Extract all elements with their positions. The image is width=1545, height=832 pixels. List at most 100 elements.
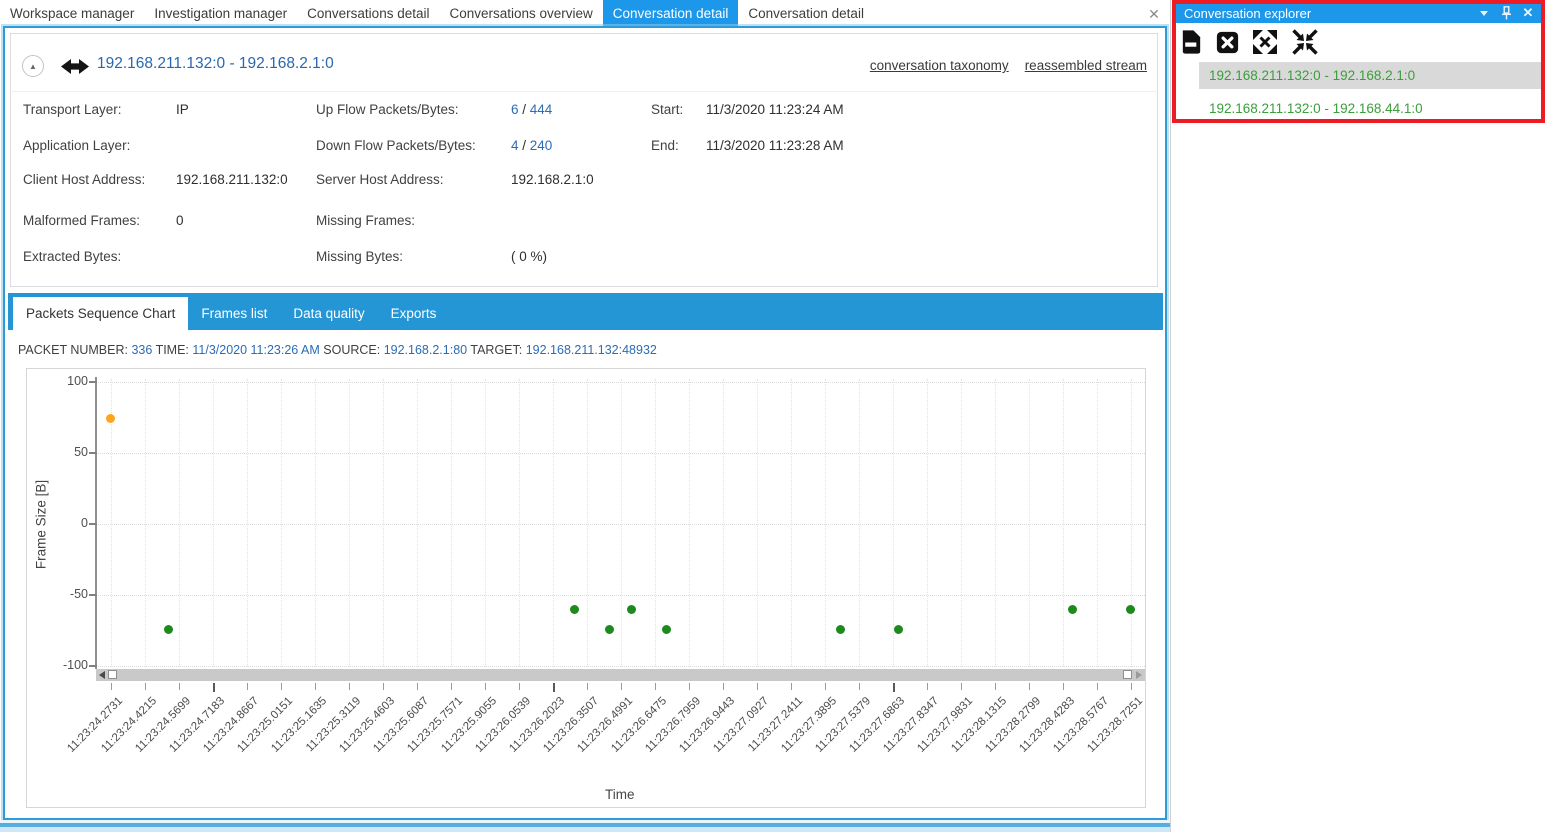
x-axis-tick [757,683,758,690]
data-point-packets[interactable] [627,605,636,614]
remove-all-icon[interactable] [1214,28,1241,56]
y-axis-tick [89,523,97,525]
field-label: Server Host Address: [316,172,444,187]
pin-icon[interactable] [1497,5,1515,21]
conversation-item[interactable]: 192.168.211.132:0 - 192.168.44.1:0 [1199,95,1541,122]
reassembled-stream-link[interactable]: reassembled stream [1025,58,1147,73]
field-value: 6 / 444 [511,102,552,117]
data-point-packets[interactable] [662,625,671,634]
gridline-vertical [757,379,758,667]
explorer-titlebar: Conversation explorer ✕ [1176,3,1541,23]
x-axis-tick [791,683,792,690]
packet-info-value: 192.168.211.132:48932 [526,343,657,357]
y-axis-tick [89,594,97,596]
x-axis-tick [1063,683,1064,690]
gridline-vertical [893,379,894,667]
scrollbar-right-arrow-icon[interactable] [1136,671,1142,679]
field-label: End: [651,138,679,153]
scrollbar-left-thumb[interactable] [108,670,117,679]
tab-conversation-detail-2[interactable]: Conversation detail [738,0,874,26]
gridline-vertical [417,379,418,667]
gridline-vertical [383,379,384,667]
gridline-vertical [927,379,928,667]
packets-sequence-chart: Frame Size [B] 100500-50-10011:23:24.273… [26,368,1146,808]
collapse-button[interactable]: ▲ [22,55,44,77]
x-axis-tick [893,683,895,692]
data-point-packets[interactable] [164,625,173,634]
tab-conversation-detail[interactable]: Conversation detail [603,0,739,26]
x-axis-tick [995,683,996,690]
x-axis-tick [111,683,112,690]
field-value: IP [176,102,189,117]
gridline-vertical [451,379,452,667]
x-axis-title: Time [605,787,635,802]
x-axis-tick [179,683,180,690]
gridline-vertical [859,379,860,667]
subtab-frames-list[interactable]: Frames list [188,297,280,330]
scrollbar-left-arrow-icon[interactable] [99,671,105,679]
gridline-vertical [791,379,792,667]
conversation-explorer-panel: Conversation explorer ✕ [1172,0,1545,832]
gridline-vertical [1097,379,1098,667]
packet-info-value: 11/3/2020 11:23:26 AM [192,343,323,357]
collapse-all-icon[interactable] [1289,28,1321,56]
tab-investigation-manager[interactable]: Investigation manager [144,0,297,26]
explorer-title: Conversation explorer [1184,6,1311,21]
detail-subtabs: Packets Sequence ChartFrames listData qu… [8,293,1163,330]
x-axis-tick [315,683,316,690]
subtab-exports[interactable]: Exports [378,297,450,330]
x-axis-tick [927,683,928,690]
gridline-vertical [655,379,656,667]
x-axis-tick [553,683,555,692]
field-value: 0 [176,213,184,228]
document-bottom-border [0,820,1170,832]
y-tick-label: 100 [44,374,88,388]
y-axis-tick [89,381,97,383]
gridline-vertical [1131,379,1132,667]
data-point-highlighted-packet[interactable] [106,414,115,423]
field-label: Missing Frames: [316,213,415,228]
field-value: ( 0 %) [511,249,547,264]
field-value: 192.168.211.132:0 [176,172,288,187]
x-axis-tick [417,683,418,690]
x-axis-tick [519,683,520,690]
tab-conversations-detail[interactable]: Conversations detail [297,0,439,26]
x-axis-tick [621,683,622,690]
data-point-packets[interactable] [1126,605,1135,614]
remove-page-icon[interactable] [1178,28,1205,56]
conversation-taxonomy-link[interactable]: conversation taxonomy [870,58,1009,73]
y-tick-label: -100 [44,658,88,672]
subtab-data-quality[interactable]: Data quality [280,297,377,330]
packet-info-line: PACKET NUMBER: 336 TIME: 11/3/2020 11:23… [18,343,657,357]
gridline-vertical [485,379,486,667]
x-axis-tick [961,683,962,690]
conversation-item[interactable]: 192.168.211.132:0 - 192.168.2.1:0 [1199,62,1541,89]
subtab-packets-sequence-chart[interactable]: Packets Sequence Chart [13,297,188,330]
field-value: 11/3/2020 11:23:28 AM [706,138,844,153]
tab-workspace-manager[interactable]: Workspace manager [0,0,144,26]
close-icon[interactable]: ✕ [1144,4,1164,24]
gridline-vertical [961,379,962,667]
gridline-vertical [179,379,180,667]
data-point-packets[interactable] [894,625,903,634]
y-tick-label: -50 [44,587,88,601]
chart-scrollbar[interactable] [96,669,1145,681]
tab-conversations-overview[interactable]: Conversations overview [439,0,602,26]
scrollbar-right-thumb[interactable] [1123,670,1132,679]
data-point-packets[interactable] [836,625,845,634]
panel-divider [1170,0,1171,832]
x-axis-tick [1131,683,1132,690]
data-point-packets[interactable] [1068,605,1077,614]
gridline-vertical [281,379,282,667]
x-axis-tick [825,683,826,690]
conversation-detail-card: ▲ 192.168.211.132:0 - 192.168.2.1:0 conv… [10,33,1158,287]
expand-all-icon[interactable] [1250,28,1280,56]
field-value: 192.168.2.1:0 [511,172,594,187]
gridline-vertical [145,379,146,667]
explorer-close-icon[interactable]: ✕ [1519,5,1537,21]
window-menu-icon[interactable] [1475,5,1493,21]
gridline-vertical [1029,379,1030,667]
packet-info-label: PACKET NUMBER: [18,343,131,357]
data-point-packets[interactable] [570,605,579,614]
data-point-packets[interactable] [605,625,614,634]
